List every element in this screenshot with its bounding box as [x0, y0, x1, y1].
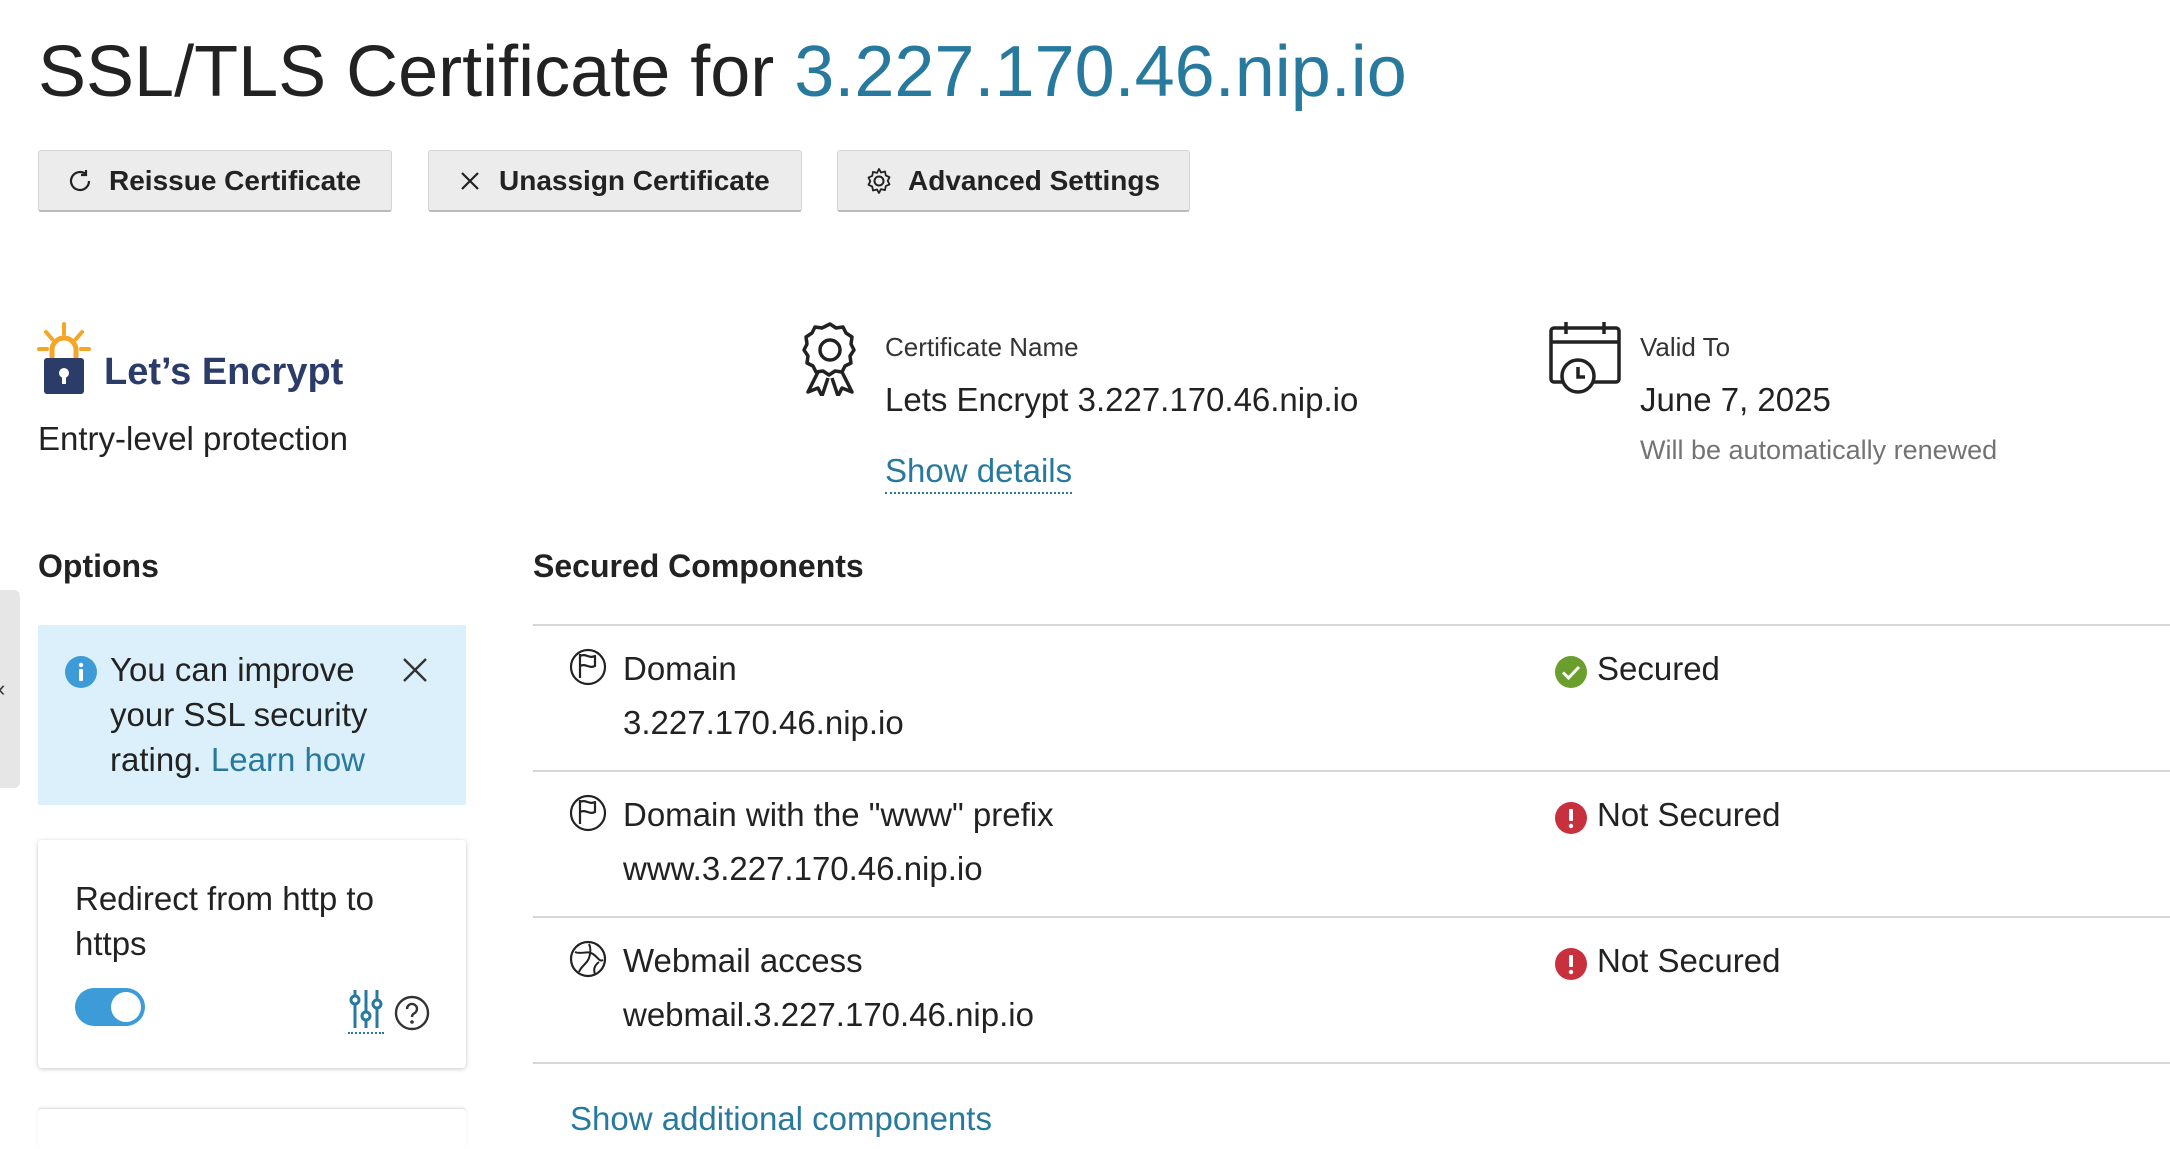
calendar-clock-icon — [1549, 322, 1621, 394]
security-rating-info-box: You can improve your SSL security rating… — [38, 625, 466, 805]
component-name: Domain with the "www" prefix — [623, 796, 1054, 833]
lets-encrypt-logo-text: Let’s Encrypt — [104, 351, 344, 393]
auto-renew-note: Will be automatically renewed — [1640, 435, 1998, 465]
advanced-settings-button[interactable]: Advanced Settings — [837, 150, 1190, 212]
help-icon[interactable] — [394, 995, 430, 1031]
reissue-certificate-button[interactable]: Reissue Certificate — [38, 150, 392, 212]
alert-circle-icon — [1555, 948, 1587, 980]
unassign-certificate-button[interactable]: Unassign Certificate — [428, 150, 802, 212]
side-panel-toggle[interactable]: ‹ — [0, 590, 20, 788]
check-circle-icon — [1555, 656, 1587, 688]
component-name: Webmail access — [623, 942, 863, 979]
unassign-certificate-label: Unassign Certificate — [499, 164, 770, 196]
redirect-https-toggle[interactable] — [75, 988, 145, 1026]
show-details-link[interactable]: Show details — [885, 452, 1073, 494]
valid-to-value: June 7, 2025 — [1640, 381, 1831, 418]
redirect-https-label: Redirect from http to https — [75, 880, 374, 962]
flag-icon — [569, 794, 607, 832]
secured-component-row: Domain 3.227.170.46.nip.io Secured — [533, 626, 2170, 770]
chevron-left-icon: ‹ — [0, 676, 5, 702]
advanced-settings-label: Advanced Settings — [908, 164, 1161, 196]
learn-how-link[interactable]: Learn how — [211, 741, 365, 778]
reissue-certificate-label: Reissue Certificate — [109, 164, 362, 196]
redirect-https-card: Redirect from http to https — [38, 840, 466, 1068]
next-option-card — [38, 1108, 466, 1149]
info-icon — [65, 656, 97, 688]
table-divider — [533, 1062, 2170, 1064]
close-icon[interactable] — [400, 655, 430, 685]
component-name: Domain — [623, 650, 737, 687]
close-icon — [461, 171, 479, 190]
flag-icon — [569, 648, 607, 686]
certificate-name-value: Lets Encrypt 3.227.170.46.nip.io — [885, 381, 1359, 418]
toggle-knob — [111, 992, 141, 1022]
page-title-domain-link[interactable]: 3.227.170.46.nip.io — [794, 32, 1407, 112]
alert-circle-icon — [1555, 802, 1587, 834]
certificate-name-label: Certificate Name — [885, 332, 1079, 362]
component-value: webmail.3.227.170.46.nip.io — [623, 996, 1034, 1033]
globe-icon — [569, 940, 607, 978]
secured-component-row: Domain with the "www" prefix www.3.227.1… — [533, 772, 2170, 916]
page-title: SSL/TLS Certificate for 3.227.170.46.nip… — [38, 26, 1407, 118]
valid-to-label: Valid To — [1640, 332, 1731, 362]
status-text: Not Secured — [1597, 796, 1781, 833]
sliders-icon[interactable] — [348, 988, 384, 1034]
lets-encrypt-logo: Let’s Encrypt — [37, 322, 344, 394]
certificate-ribbon-icon — [802, 322, 856, 396]
status-text: Not Secured — [1597, 942, 1781, 979]
options-heading: Options — [38, 548, 159, 584]
info-message: You can improve your SSL security rating… — [110, 647, 390, 782]
gear-icon — [867, 167, 891, 194]
status-text: Secured — [1597, 650, 1720, 687]
secured-component-row: Webmail access webmail.3.227.170.46.nip.… — [533, 918, 2170, 1062]
page-title-prefix: SSL/TLS Certificate for — [38, 32, 775, 112]
component-value: www.3.227.170.46.nip.io — [623, 850, 983, 887]
provider-tagline: Entry-level protection — [38, 420, 348, 457]
component-value: 3.227.170.46.nip.io — [623, 704, 904, 741]
show-additional-components-link[interactable]: Show additional components — [570, 1100, 992, 1138]
secured-components-heading: Secured Components — [533, 548, 864, 584]
refresh-icon — [69, 169, 91, 191]
